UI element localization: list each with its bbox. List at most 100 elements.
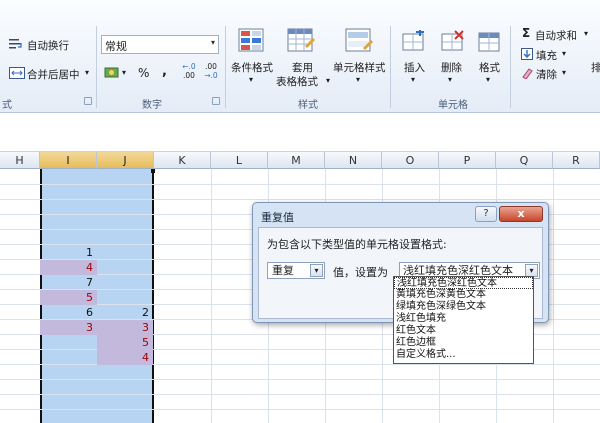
- clear-button[interactable]: 清除: [536, 67, 557, 82]
- fill-handle[interactable]: [151, 169, 155, 173]
- column-header-o[interactable]: O: [382, 152, 439, 169]
- rule-type-select[interactable]: 重复 ▾: [267, 262, 325, 279]
- insert-button[interactable]: 插入: [404, 60, 425, 75]
- insert-cells-icon[interactable]: [402, 28, 426, 54]
- fill-icon: [521, 48, 533, 60]
- cells-group-label: 单元格: [438, 100, 468, 111]
- fill-dropdown-icon[interactable]: ▾: [562, 49, 566, 58]
- cell-i-4[interactable]: 5: [40, 290, 97, 305]
- merge-center-dropdown-icon[interactable]: ▾: [85, 68, 89, 77]
- number-format-select[interactable]: 常规 ▾: [101, 35, 219, 54]
- column-header-p[interactable]: P: [439, 152, 496, 169]
- column-header-j[interactable]: J: [97, 152, 154, 169]
- table-format-button-line1[interactable]: 套用: [292, 60, 313, 75]
- autosum-dropdown-icon[interactable]: ▾: [584, 29, 588, 38]
- increase-decimal-button[interactable]: ←.0 .00: [182, 62, 196, 84]
- percent-button[interactable]: %: [138, 66, 149, 80]
- alignment-dialog-launcher-icon[interactable]: [84, 97, 92, 105]
- format-style-list: 浅红填充色深红色文本 黄填充色深黄色文本 绿填充色深绿色文本 浅红色填充 红色文…: [393, 276, 534, 364]
- cell-j-3[interactable]: 5: [97, 335, 153, 350]
- format-dropdown-icon[interactable]: ▾: [486, 75, 490, 84]
- wrap-text-button[interactable]: 自动换行: [27, 38, 69, 53]
- styles-group-label: 样式: [298, 100, 318, 111]
- currency-dropdown-icon[interactable]: ▾: [122, 68, 126, 77]
- merge-center-button[interactable]: 合并后居中: [27, 67, 80, 82]
- gridline: [211, 169, 212, 423]
- format-option[interactable]: 自定义格式...: [394, 349, 533, 361]
- column-header-n[interactable]: N: [325, 152, 382, 169]
- format-button[interactable]: 格式: [479, 60, 500, 75]
- set-as-label: 值，设置为: [333, 266, 388, 279]
- column-header-r[interactable]: R: [553, 152, 600, 169]
- cell-i-2[interactable]: 4: [40, 260, 97, 275]
- close-button[interactable]: x: [499, 206, 543, 222]
- gridline: [0, 409, 600, 410]
- chevron-down-icon: ▾: [210, 38, 215, 47]
- delete-button[interactable]: 删除: [441, 60, 462, 75]
- cell-i-1[interactable]: 1: [40, 245, 97, 260]
- dialog-prompt: 为包含以下类型值的单元格设置格式:: [267, 238, 447, 251]
- table-format-dropdown-icon[interactable]: ▾: [326, 76, 330, 85]
- cell-i-6[interactable]: 3: [40, 320, 97, 335]
- table-format-button-line2[interactable]: 表格格式: [276, 74, 318, 89]
- help-button[interactable]: ?: [475, 206, 497, 222]
- comma-style-button[interactable]: ,: [162, 64, 167, 79]
- column-header-l[interactable]: L: [211, 152, 268, 169]
- format-cells-icon[interactable]: [478, 30, 502, 54]
- insert-dropdown-icon[interactable]: ▾: [411, 75, 415, 84]
- clear-dropdown-icon[interactable]: ▾: [562, 68, 566, 77]
- group-separator: [96, 26, 97, 108]
- number-group-label: 数字: [142, 100, 162, 111]
- format-option[interactable]: 浅红填充色深红色文本: [394, 277, 533, 289]
- format-option[interactable]: 红色边框: [394, 337, 533, 349]
- column-header-k[interactable]: K: [154, 152, 211, 169]
- column-header-q[interactable]: Q: [496, 152, 553, 169]
- column-header-i[interactable]: I: [40, 152, 97, 169]
- wrap-text-icon: [9, 38, 23, 50]
- table-format-icon[interactable]: [286, 27, 316, 55]
- cell-i-5[interactable]: 6: [40, 305, 97, 320]
- conditional-format-icon[interactable]: [237, 27, 267, 55]
- sort-filter-button[interactable]: 排: [591, 60, 600, 75]
- conditional-format-dropdown-icon[interactable]: ▾: [249, 75, 253, 84]
- format-option[interactable]: 绿填充色深绿色文本: [394, 301, 533, 313]
- currency-icon[interactable]: [104, 66, 122, 80]
- column-header-m[interactable]: M: [268, 152, 325, 169]
- clear-icon: [521, 67, 533, 80]
- cell-styles-icon[interactable]: [344, 27, 374, 55]
- decrease-decimal-button[interactable]: .00 →.0: [204, 62, 218, 84]
- dialog-title: 重复值: [261, 211, 294, 224]
- decrease-decimal-bottom: →.0: [204, 71, 218, 80]
- gridline: [553, 169, 554, 423]
- cell-styles-dropdown-icon[interactable]: ▾: [356, 75, 360, 84]
- fill-button[interactable]: 填充: [536, 48, 557, 63]
- format-option[interactable]: 黄填充色深黄色文本: [394, 289, 533, 301]
- gridline: [0, 394, 600, 395]
- cell-styles-button[interactable]: 单元格样式: [333, 60, 386, 75]
- gridline: [0, 379, 600, 380]
- alignment-group-label: 式: [2, 100, 12, 111]
- format-option[interactable]: 红色文本: [394, 325, 533, 337]
- column-header-h[interactable]: H: [0, 152, 40, 169]
- autosum-button[interactable]: 自动求和: [535, 28, 577, 43]
- conditional-format-button[interactable]: 条件格式: [231, 60, 273, 75]
- decrease-decimal-top: .00: [205, 62, 217, 71]
- increase-decimal-bottom: .00: [183, 71, 195, 80]
- cell-j-1[interactable]: 2: [97, 305, 153, 320]
- delete-dropdown-icon[interactable]: ▾: [448, 75, 452, 84]
- gridline: [0, 199, 600, 200]
- delete-cells-icon[interactable]: [441, 30, 465, 54]
- gridline: [0, 184, 600, 185]
- number-dialog-launcher-icon[interactable]: [212, 97, 220, 105]
- cell-j-4[interactable]: 4: [97, 350, 153, 365]
- formula-area-gap: [0, 114, 600, 152]
- group-separator: [390, 26, 391, 108]
- format-option[interactable]: 浅红色填充: [394, 313, 533, 325]
- rule-type-value: 重复: [272, 264, 294, 277]
- gridline: [0, 364, 600, 365]
- ribbon: 自动换行 合并后居中 ▾ 式 常规 ▾ ▾ % , ←.0 .00 .00 →.…: [0, 0, 600, 113]
- autosum-icon: Σ: [522, 26, 531, 40]
- cell-i-3[interactable]: 7: [40, 275, 97, 290]
- cell-j-2[interactable]: 3: [97, 320, 153, 335]
- chevron-down-icon[interactable]: ▾: [310, 264, 323, 277]
